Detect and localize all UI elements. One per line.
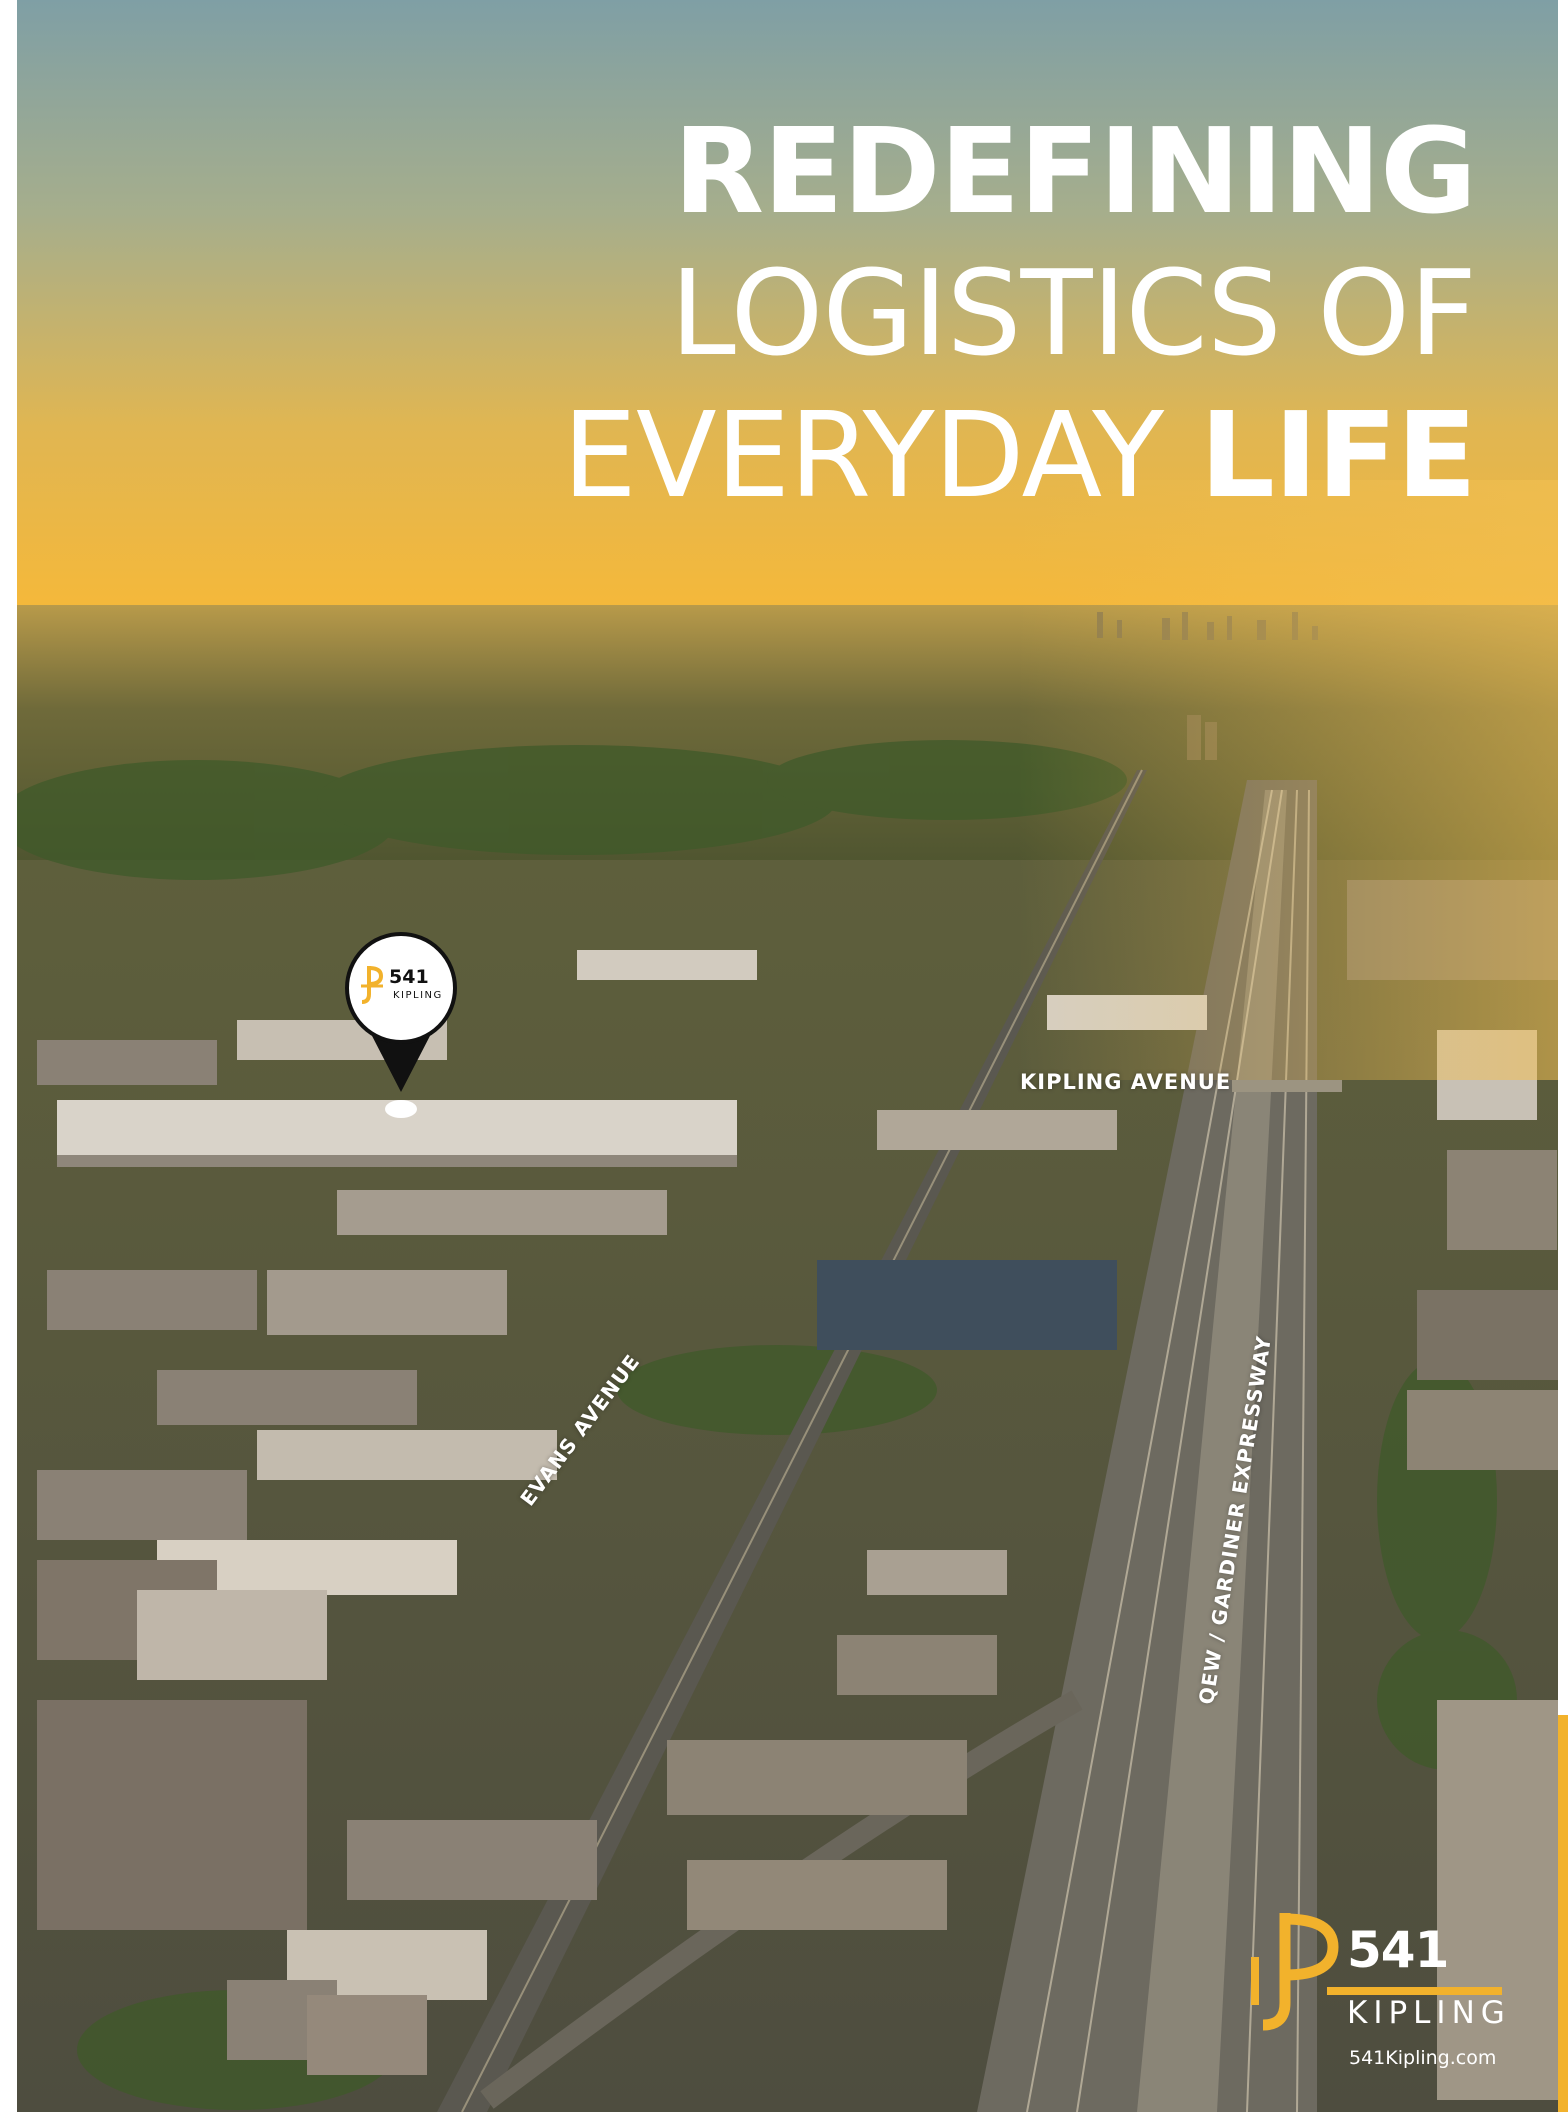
headline-line-3-light: EVERYDAY — [562, 386, 1200, 524]
brand-name: KIPLING — [1347, 1995, 1511, 2031]
accent-bar — [1558, 1715, 1568, 2112]
headline-line-2: LOGISTICS OF — [670, 244, 1477, 382]
brand-underline — [1327, 1987, 1502, 1995]
brand-logo: 541 KIPLING 541Kipling.com — [1245, 1905, 1525, 2069]
pin-dot — [385, 1100, 417, 1118]
headline-line-1: REDEFINING — [673, 102, 1477, 240]
brand-website-link[interactable]: 541Kipling.com — [1349, 2047, 1496, 2069]
kipling-avenue-label: KIPLING AVENUE — [1020, 1070, 1232, 1094]
pin-circle: 541 KIPLING — [345, 932, 457, 1044]
pin-number: 541 — [389, 966, 429, 988]
brochure-page: REDEFINING LOGISTICS OF EVERYDAY LIFE KI… — [0, 0, 1568, 2112]
headline-line-3: EVERYDAY LIFE — [562, 384, 1477, 526]
map-pin-icon: 541 KIPLING — [345, 932, 457, 1122]
brand-number: 541 — [1347, 1921, 1449, 1979]
pin-logo: 541 KIPLING — [359, 966, 449, 1010]
headline-line-3-bold: LIFE — [1199, 386, 1477, 524]
pin-name: KIPLING — [393, 990, 443, 1001]
541-kipling-logo-mark-icon — [1251, 1913, 1339, 2031]
headline: REDEFINING LOGISTICS OF EVERYDAY LIFE — [562, 100, 1477, 526]
